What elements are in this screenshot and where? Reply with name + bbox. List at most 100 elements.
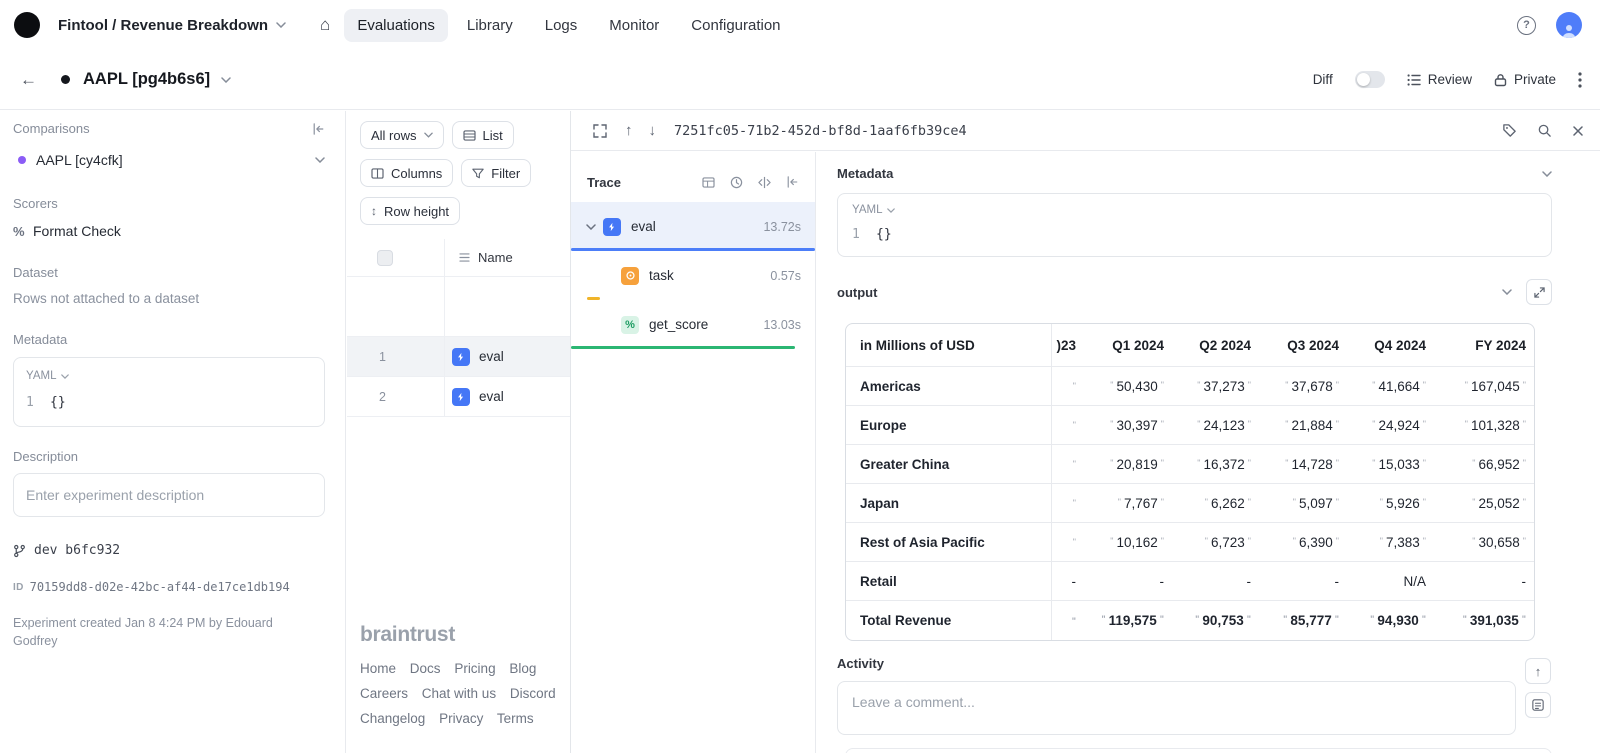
all-rows-dropdown[interactable]: All rows <box>360 121 444 149</box>
private-button[interactable]: Private <box>1494 72 1556 87</box>
yaml-code[interactable]: {} <box>50 395 66 410</box>
table-row[interactable]: 1 eval <box>347 337 570 377</box>
span-row-task[interactable]: task 0.57s <box>571 251 815 300</box>
yaml-format-select[interactable]: YAML <box>852 204 1537 216</box>
table-row: Rest of Asia Pacific " 10,162 6,723 6,39… <box>846 523 1535 562</box>
table-row: Europe " 30,397 24,123 21,884 24,924 101… <box>846 406 1535 445</box>
table-cell: 14,728 <box>1261 445 1349 484</box>
table-cell: Rest of Asia Pacific <box>846 523 1052 562</box>
diff-toggle[interactable] <box>1355 71 1385 88</box>
trace-overlay: ↑ ↓ 7251fc05-71b2-452d-bf8d-1aaf6fb39ce4… <box>570 111 1600 753</box>
avatar[interactable] <box>1556 12 1582 38</box>
tag-icon[interactable] <box>1502 123 1517 138</box>
footer-link-careers[interactable]: Careers <box>360 686 408 701</box>
scorers-label: Scorers <box>13 196 325 211</box>
nav-tabs: Evaluations Library Logs Monitor Configu… <box>344 9 793 42</box>
scroll-top-button[interactable]: ↑ <box>1525 658 1551 684</box>
footer-link-changelog[interactable]: Changelog <box>360 711 425 726</box>
span-row-eval[interactable]: eval 13.72s <box>571 202 815 251</box>
footer-link-privacy[interactable]: Privacy <box>439 711 483 726</box>
notes-button[interactable] <box>1525 692 1551 718</box>
collapse-sidebar-icon[interactable] <box>312 123 325 135</box>
footer-link-terms[interactable]: Terms <box>497 711 534 726</box>
table-cell: 90,753 <box>1174 601 1261 640</box>
dataset-note: Rows not attached to a dataset <box>13 291 325 306</box>
yaml-label: YAML <box>26 370 56 382</box>
home-icon[interactable]: ⌂ <box>320 15 330 35</box>
comparison-item[interactable]: AAPL [cy4cfk] <box>13 152 325 168</box>
tab-library[interactable]: Library <box>454 9 526 42</box>
table-cell: 24,924 <box>1349 406 1436 445</box>
next-row-icon[interactable]: ↓ <box>649 122 657 139</box>
help-icon[interactable]: ? <box>1517 16 1536 35</box>
chevron-down-icon <box>61 374 69 379</box>
experiment-id[interactable]: 70159dd8-d02e-42bc-af44-de17ce1db194 <box>30 580 290 594</box>
filter-button[interactable]: Filter <box>461 159 531 187</box>
table-view-icon[interactable] <box>702 177 715 188</box>
select-all-checkbox[interactable] <box>377 250 393 266</box>
table-cell: 119,575 <box>1086 601 1174 640</box>
collapse-section-icon[interactable] <box>1502 289 1512 295</box>
timeline-icon[interactable] <box>758 176 771 189</box>
columns-button[interactable]: Columns <box>360 159 453 187</box>
tab-evaluations[interactable]: Evaluations <box>344 9 448 42</box>
footer-link-discord[interactable]: Discord <box>510 686 556 701</box>
footer-link-home[interactable]: Home <box>360 661 396 676</box>
table-cell: 6,390 <box>1261 523 1349 562</box>
back-button[interactable]: ← <box>20 70 37 90</box>
collapse-tree-icon[interactable] <box>786 176 799 188</box>
comment-input[interactable] <box>837 681 1516 735</box>
tab-monitor[interactable]: Monitor <box>596 9 672 42</box>
table-cell: " <box>1052 406 1086 445</box>
experiment-dropdown-icon[interactable] <box>221 77 231 83</box>
experiment-id-row: ID 70159dd8-d02e-42bc-af44-de17ce1db194 <box>13 580 325 594</box>
scorer-item[interactable]: % Format Check <box>13 223 325 239</box>
chevron-down-icon <box>315 157 325 163</box>
app-logo[interactable] <box>14 12 40 38</box>
clock-icon[interactable] <box>730 176 743 189</box>
table-cell: 167,045 <box>1436 367 1535 406</box>
list-view-button[interactable]: List <box>452 121 514 149</box>
table-header-cell: Q2 2024 <box>1174 324 1261 367</box>
expand-output-button[interactable] <box>1526 279 1552 305</box>
span-name: get_score <box>649 317 708 332</box>
chevron-down-icon <box>276 22 286 28</box>
search-icon[interactable] <box>1537 123 1552 138</box>
tab-logs[interactable]: Logs <box>532 9 591 42</box>
yaml-format-select[interactable]: YAML <box>26 370 312 382</box>
name-header-label: Name <box>478 250 513 265</box>
previous-row-icon[interactable]: ↑ <box>625 122 633 139</box>
span-id[interactable]: 7251fc05-71b2-452d-bf8d-1aaf6fb39ce4 <box>674 123 967 139</box>
git-ref[interactable]: dev b6fc932 <box>13 543 325 558</box>
comparison-name: AAPL [cy4cfk] <box>36 152 123 168</box>
comparisons-label: Comparisons <box>13 121 90 136</box>
table-cell: 85,777 <box>1261 601 1349 640</box>
table-cell: 15,033 <box>1349 445 1436 484</box>
chevron-down-icon[interactable] <box>585 224 597 230</box>
table-cell: 24,123 <box>1174 406 1261 445</box>
collapse-section-icon[interactable] <box>1542 171 1552 177</box>
review-button[interactable]: Review <box>1407 72 1472 87</box>
table-cell: 20,819 <box>1086 445 1174 484</box>
kebab-menu-icon[interactable] <box>1578 72 1582 88</box>
tab-configuration[interactable]: Configuration <box>678 9 793 42</box>
footer-link-pricing[interactable]: Pricing <box>454 661 495 676</box>
footer-link-chat[interactable]: Chat with us <box>422 686 496 701</box>
breadcrumb[interactable]: Fintool / Revenue Breakdown <box>58 17 286 34</box>
description-input[interactable] <box>13 473 325 517</box>
expand-trace-icon[interactable] <box>593 124 607 138</box>
name-column-header[interactable]: Name <box>459 250 513 265</box>
table-row[interactable]: 2 eval <box>347 377 570 417</box>
span-row-get-score[interactable]: % get_score 13.03s <box>571 300 815 349</box>
output-table-wrapper: in Millions of USD )23 Q1 2024 Q2 2024 Q… <box>845 323 1535 641</box>
footer-link-blog[interactable]: Blog <box>509 661 536 676</box>
trace-header: ↑ ↓ 7251fc05-71b2-452d-bf8d-1aaf6fb39ce4 <box>571 111 1600 151</box>
row-height-icon: ↕ <box>371 204 377 218</box>
close-icon[interactable] <box>1572 125 1584 137</box>
footer-link-docs[interactable]: Docs <box>410 661 441 676</box>
row-number: 2 <box>379 390 395 404</box>
span-name: eval <box>631 219 656 234</box>
output-table: in Millions of USD )23 Q1 2024 Q2 2024 Q… <box>846 324 1535 640</box>
row-height-button[interactable]: ↕ Row height <box>360 197 460 225</box>
table-header-row: in Millions of USD )23 Q1 2024 Q2 2024 Q… <box>846 324 1535 367</box>
